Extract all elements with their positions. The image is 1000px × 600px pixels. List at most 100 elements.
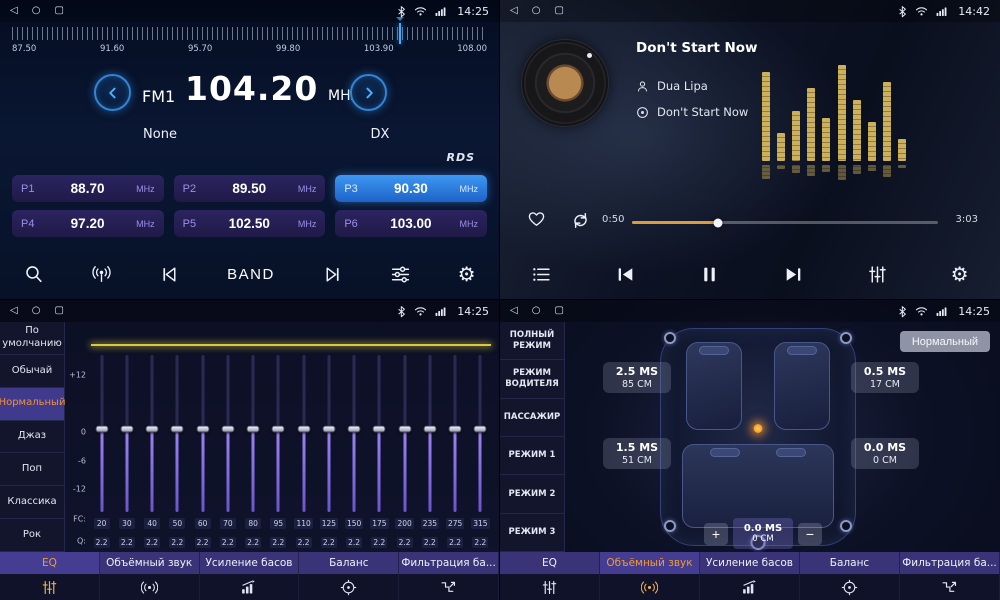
sound-preset-button[interactable]: Нормальный: [900, 331, 990, 352]
eq-band-slider[interactable]: [367, 355, 392, 512]
eq-band-slider[interactable]: [291, 355, 316, 512]
slider-thumb[interactable]: [95, 425, 108, 432]
tab-filter[interactable]: Фильтрация ба...: [399, 552, 499, 574]
frequency-scale[interactable]: 87.5091.6095.7099.80103.90108.00: [12, 27, 487, 61]
eq-preset-item[interactable]: Поп: [0, 453, 64, 486]
tuner-broadcast-icon[interactable]: [87, 260, 116, 289]
eq-band-slider[interactable]: [468, 355, 493, 512]
eq-sliders-icon[interactable]: [500, 574, 600, 600]
eq-band-slider[interactable]: [190, 355, 215, 512]
recents-icon[interactable]: ▢: [54, 6, 63, 16]
bass-boost-icon[interactable]: [200, 574, 300, 600]
eq-preset-item[interactable]: Обычай: [0, 355, 64, 388]
eq-band-slider[interactable]: [266, 355, 291, 512]
filter-icon[interactable]: [399, 574, 499, 600]
tab-surround-sound[interactable]: Объёмный звук: [600, 552, 700, 574]
tune-down-button[interactable]: [94, 74, 131, 111]
eq-preset-item[interactable]: Нормальный: [0, 388, 64, 421]
listening-mode-item[interactable]: ПОЛНЫЙ РЕЖИМ: [500, 322, 564, 360]
progress-thumb[interactable]: [713, 218, 722, 227]
listening-mode-item[interactable]: РЕЖИМ ВОДИТЕЛЯ: [500, 360, 564, 398]
tab-balance[interactable]: Баланс: [800, 552, 900, 574]
previous-station-icon[interactable]: [155, 260, 184, 289]
slider-thumb[interactable]: [247, 425, 260, 432]
eq-band-slider[interactable]: [241, 355, 266, 512]
back-icon[interactable]: ◁: [510, 306, 518, 316]
pause-button-icon[interactable]: [695, 260, 724, 289]
eq-band-slider[interactable]: [443, 355, 468, 512]
tune-up-button[interactable]: [350, 74, 387, 111]
home-icon[interactable]: ○: [32, 306, 41, 316]
eq-band-slider[interactable]: [165, 355, 190, 512]
home-icon[interactable]: ○: [32, 6, 41, 16]
slider-thumb[interactable]: [146, 425, 159, 432]
surround-sound-icon[interactable]: [600, 574, 700, 600]
eq-band-slider[interactable]: [417, 355, 442, 512]
slider-thumb[interactable]: [322, 425, 335, 432]
slider-thumb[interactable]: [449, 425, 462, 432]
eq-band-slider[interactable]: [215, 355, 240, 512]
tab-filter[interactable]: Фильтрация ба...: [900, 552, 1000, 574]
next-track-icon[interactable]: [779, 260, 808, 289]
audio-adjust-icon[interactable]: [386, 260, 415, 289]
settings-gear-icon[interactable]: ⚙: [947, 261, 973, 289]
bass-boost-icon[interactable]: [700, 574, 800, 600]
back-icon[interactable]: ◁: [510, 6, 518, 16]
back-icon[interactable]: ◁: [10, 306, 18, 316]
delay-increase-button[interactable]: +: [704, 523, 728, 545]
band-button[interactable]: BAND: [223, 262, 279, 287]
preset-button[interactable]: P390.30MHz: [335, 175, 487, 202]
slider-thumb[interactable]: [171, 425, 184, 432]
listening-mode-item[interactable]: РЕЖИМ 3: [500, 514, 564, 552]
slider-thumb[interactable]: [348, 425, 361, 432]
next-station-icon[interactable]: [318, 260, 347, 289]
slider-thumb[interactable]: [297, 425, 310, 432]
tab-eq[interactable]: EQ: [500, 552, 600, 574]
slider-thumb[interactable]: [398, 425, 411, 432]
eq-band-slider[interactable]: [114, 355, 139, 512]
preset-button[interactable]: P497.20MHz: [12, 210, 164, 237]
tab-surround-sound[interactable]: Объёмный звук: [100, 552, 200, 574]
balance-icon[interactable]: [800, 574, 900, 600]
progress-bar[interactable]: [632, 221, 938, 224]
slider-thumb[interactable]: [221, 425, 234, 432]
eq-band-slider[interactable]: [140, 355, 165, 512]
balance-icon[interactable]: [299, 574, 399, 600]
recents-icon[interactable]: ▢: [554, 6, 563, 16]
listening-mode-item[interactable]: ПАССАЖИР: [500, 399, 564, 437]
back-icon[interactable]: ◁: [10, 6, 18, 16]
tab-bass-boost[interactable]: Усиление басов: [200, 552, 300, 574]
slider-thumb[interactable]: [423, 425, 436, 432]
preset-button[interactable]: P6103.00MHz: [335, 210, 487, 237]
equalizer-icon[interactable]: [863, 260, 892, 289]
listening-mode-item[interactable]: РЕЖИМ 2: [500, 475, 564, 513]
home-icon[interactable]: ○: [532, 6, 541, 16]
listening-mode-item[interactable]: РЕЖИМ 1: [500, 437, 564, 475]
previous-track-icon[interactable]: [611, 260, 640, 289]
slider-thumb[interactable]: [373, 425, 386, 432]
preset-button[interactable]: P188.70MHz: [12, 175, 164, 202]
eq-sliders-icon[interactable]: [0, 574, 100, 600]
favorite-button[interactable]: [526, 208, 547, 232]
eq-band-slider[interactable]: [342, 355, 367, 512]
tab-bass-boost[interactable]: Усиление басов: [700, 552, 800, 574]
tab-eq[interactable]: EQ: [0, 552, 100, 574]
filter-icon[interactable]: [900, 574, 1000, 600]
settings-gear-icon[interactable]: ⚙: [454, 261, 480, 289]
listening-position-dot[interactable]: [754, 424, 763, 433]
slider-thumb[interactable]: [272, 425, 285, 432]
playlist-icon[interactable]: [527, 260, 556, 289]
home-icon[interactable]: ○: [532, 306, 541, 316]
surround-sound-icon[interactable]: [100, 574, 200, 600]
tab-balance[interactable]: Баланс: [299, 552, 399, 574]
slider-thumb[interactable]: [474, 425, 487, 432]
eq-preset-item[interactable]: Джаз: [0, 421, 64, 454]
recents-icon[interactable]: ▢: [554, 306, 563, 316]
eq-preset-item[interactable]: Рок: [0, 519, 64, 552]
eq-band-slider[interactable]: [392, 355, 417, 512]
eq-preset-item[interactable]: По умолчанию: [0, 322, 64, 355]
delay-decrease-button[interactable]: −: [798, 523, 822, 545]
slider-thumb[interactable]: [196, 425, 209, 432]
eq-preset-item[interactable]: Классика: [0, 486, 64, 519]
preset-button[interactable]: P5102.50MHz: [174, 210, 326, 237]
